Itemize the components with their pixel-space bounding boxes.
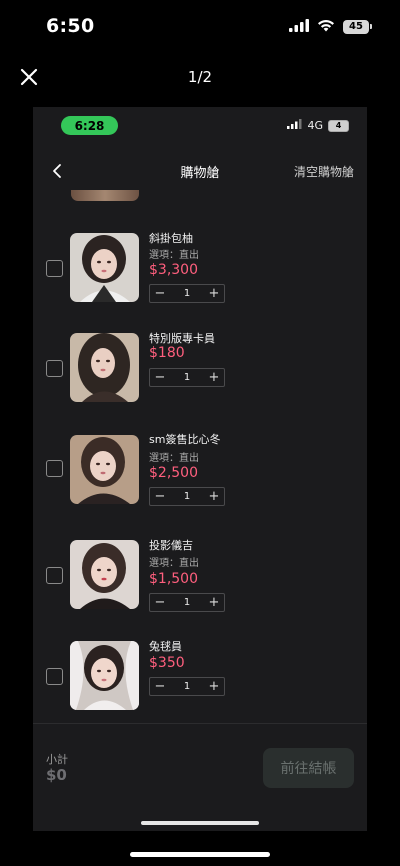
minus-button[interactable]: − — [150, 488, 170, 505]
clear-cart-button[interactable]: 清空購物艙 — [294, 163, 354, 180]
footer-divider — [33, 723, 367, 724]
quantity-value[interactable]: 1 — [170, 372, 204, 383]
item-price: $3,300 — [149, 262, 198, 278]
product-thumbnail[interactable] — [70, 641, 139, 710]
inner-status-icons: 4G 4 — [287, 119, 349, 132]
home-indicator[interactable] — [130, 852, 270, 857]
item-option: 選項：直出 — [149, 558, 199, 569]
item-option: 選項：直出 — [149, 250, 199, 261]
cellular-signal-icon — [287, 119, 302, 132]
subtotal-value: $0 — [46, 766, 67, 784]
item-name: 兔毬員 — [149, 640, 182, 653]
item-name: sm簽售比心冬 — [149, 433, 221, 446]
minus-button[interactable]: − — [150, 678, 170, 695]
screenshot-image: 6:28 4G 4 購物艙 清空購物艙 斜掛包柚 選項：直出 $3,300 − … — [33, 107, 367, 831]
image-counter: 1/2 — [187, 68, 213, 86]
plus-button[interactable]: + — [204, 678, 224, 695]
item-name: 斜掛包柚 — [149, 232, 193, 245]
checkout-button[interactable]: 前往結帳 — [263, 748, 354, 788]
product-thumbnail[interactable] — [70, 435, 139, 504]
wifi-icon — [317, 17, 335, 36]
battery-level: 45 — [343, 19, 369, 34]
network-type: 4G — [307, 119, 323, 132]
product-thumbnail[interactable] — [70, 333, 139, 402]
plus-button[interactable]: + — [204, 285, 224, 302]
item-price: $350 — [149, 655, 185, 671]
cellular-signal-icon — [289, 17, 309, 36]
item-checkbox[interactable] — [46, 567, 63, 584]
minus-button[interactable]: − — [150, 285, 170, 302]
item-name: 特別版專卡員 — [149, 332, 215, 345]
quantity-value[interactable]: 1 — [170, 491, 204, 502]
item-checkbox[interactable] — [46, 360, 63, 377]
plus-button[interactable]: + — [204, 369, 224, 386]
item-checkbox[interactable] — [46, 460, 63, 477]
subtotal-label: 小計 — [46, 753, 68, 766]
item-price: $180 — [149, 345, 185, 361]
item-price: $2,500 — [149, 465, 198, 481]
item-option: 選項：直出 — [149, 453, 199, 464]
product-thumbnail — [71, 190, 139, 201]
inner-status-time: 6:28 — [61, 116, 118, 135]
battery-icon: 45 — [343, 19, 372, 34]
minus-button[interactable]: − — [150, 594, 170, 611]
quantity-stepper: − 1 + — [149, 284, 225, 303]
plus-button[interactable]: + — [204, 488, 224, 505]
item-price: $1,500 — [149, 571, 198, 587]
minus-button[interactable]: − — [150, 369, 170, 386]
battery-icon: 4 — [328, 119, 349, 132]
plus-button[interactable]: + — [204, 594, 224, 611]
product-thumbnail[interactable] — [70, 233, 139, 302]
item-checkbox[interactable] — [46, 260, 63, 277]
status-icons: 45 — [289, 17, 372, 36]
item-name: 投影儀吉 — [149, 539, 193, 552]
home-indicator — [141, 821, 259, 825]
quantity-stepper: − 1 + — [149, 368, 225, 387]
quantity-value[interactable]: 1 — [170, 288, 204, 299]
quantity-value[interactable]: 1 — [170, 681, 204, 692]
product-thumbnail[interactable] — [70, 540, 139, 609]
quantity-stepper: − 1 + — [149, 487, 225, 506]
item-checkbox[interactable] — [46, 668, 63, 685]
status-time: 6:50 — [46, 15, 95, 37]
quantity-stepper: − 1 + — [149, 677, 225, 696]
quantity-value[interactable]: 1 — [170, 597, 204, 608]
quantity-stepper: − 1 + — [149, 593, 225, 612]
